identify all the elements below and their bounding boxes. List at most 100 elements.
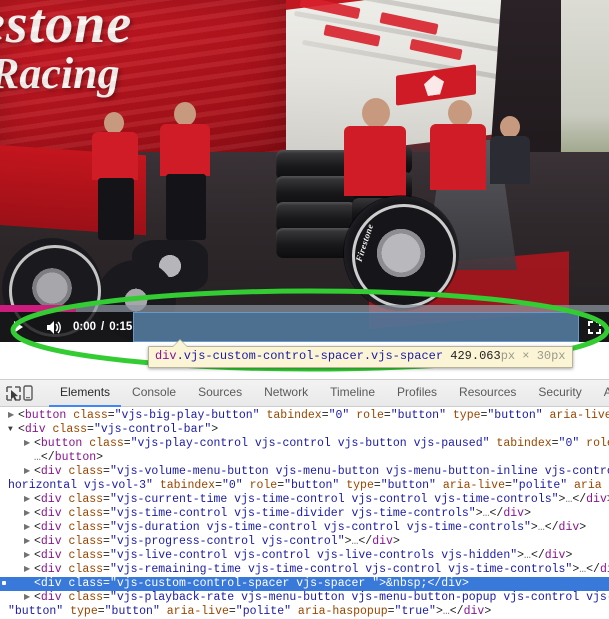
devtools-tab-security[interactable]: Security xyxy=(527,380,592,407)
dom-token-punc: > xyxy=(579,521,586,534)
inspect-element-icon[interactable] xyxy=(6,382,21,404)
dom-token-punc xyxy=(62,521,69,534)
dom-node[interactable]: horizontal vjs-vol-3" tabindex="0" role=… xyxy=(0,479,609,493)
device-toolbar-icon-glyph xyxy=(21,385,35,401)
tooltip-width-unit: px xyxy=(501,349,515,363)
dom-node[interactable]: ▶<div class="vjs-volume-menu-button vjs-… xyxy=(0,465,609,479)
dom-token-punc: > xyxy=(345,535,352,548)
dom-token-punc: > xyxy=(476,507,483,520)
dom-token-val: "polite" xyxy=(236,605,291,618)
dom-token-tag: div xyxy=(41,521,62,534)
dom-token-attr: role xyxy=(250,479,278,492)
chevron-right-icon[interactable]: ▶ xyxy=(24,551,33,560)
crew-member-head xyxy=(174,102,196,126)
dom-node[interactable]: ▶<div class="vjs-live-control vjs-contro… xyxy=(0,549,609,563)
dom-token-val: "button" xyxy=(487,409,542,422)
dom-token-attr: class xyxy=(69,465,104,478)
dom-node[interactable]: ▼<div class="vjs-control-bar"> xyxy=(0,423,609,437)
dom-token-tag: div xyxy=(503,507,524,520)
dom-token-punc: </ xyxy=(427,577,441,590)
dom-token-tag: div xyxy=(559,521,580,534)
chevron-down-icon[interactable]: ▼ xyxy=(8,425,17,434)
dom-token-attr: class xyxy=(69,577,104,590)
dom-node[interactable]: ▶<div class="vjs-duration vjs-time-contr… xyxy=(0,521,609,535)
dom-token-attr: aria-haspopup xyxy=(298,605,388,618)
dom-token-val: "vjs-remaining-time vjs-time-control vjs… xyxy=(110,563,572,576)
dom-token-punc: = xyxy=(229,605,236,618)
dom-node[interactable]: ▶<div class="vjs-current-time vjs-time-c… xyxy=(0,493,609,507)
vjs-fullscreen-control[interactable] xyxy=(579,312,609,342)
dom-token-val: "0" xyxy=(559,437,580,450)
chevron-right-icon[interactable]: ▶ xyxy=(24,593,33,602)
dom-tree[interactable]: ▶<button class="vjs-big-play-button" tab… xyxy=(0,407,609,619)
devtools-tab-sources[interactable]: Sources xyxy=(187,380,253,407)
dom-token-attr: role xyxy=(586,437,609,450)
chevron-right-icon[interactable]: ▶ xyxy=(24,467,33,476)
vjs-custom-control-spacer[interactable] xyxy=(133,312,579,342)
dom-node[interactable]: ▶<div class="vjs-progress-control vjs-co… xyxy=(0,535,609,549)
dom-token-punc: = xyxy=(505,479,512,492)
devtools-tab-elements[interactable]: Elements xyxy=(49,380,121,407)
dom-token-punc xyxy=(567,479,574,492)
crew-member-head xyxy=(500,116,520,138)
dom-token-ent: &nbsp; xyxy=(386,577,427,590)
vjs-control-bar[interactable]: 0:00 / 0:15 xyxy=(0,312,609,342)
screenshot-root: estone Racing xyxy=(0,0,609,619)
chevron-right-icon[interactable]: ▶ xyxy=(8,411,17,420)
crew-member-body xyxy=(92,132,138,180)
dom-node[interactable]: ▶<button class="vjs-big-play-button" tab… xyxy=(0,409,609,423)
chevron-right-icon[interactable]: ▶ xyxy=(24,565,33,574)
dom-token-punc: = xyxy=(103,535,110,548)
dom-token-punc: > xyxy=(462,577,469,590)
dom-token-attr: aria-live xyxy=(550,409,609,422)
dom-node[interactable]: ▶<button class="vjs-play-control vjs-con… xyxy=(0,437,609,451)
dom-token-punc: > xyxy=(436,605,443,618)
dom-node[interactable]: ▶<div class="vjs-time-control vjs-time-d… xyxy=(0,507,609,521)
devtools-tab-profiles[interactable]: Profiles xyxy=(386,380,448,407)
devtools-tab-console[interactable]: Console xyxy=(121,380,187,407)
devtools-tab-network[interactable]: Network xyxy=(253,380,319,407)
dom-node[interactable]: "button" type="button" aria-live="polite… xyxy=(0,605,609,619)
crew-member-legs xyxy=(98,178,134,240)
video-player[interactable]: estone Racing xyxy=(0,0,609,342)
chevron-right-icon[interactable]: ▶ xyxy=(24,523,33,532)
dom-token-punc: > xyxy=(531,521,538,534)
dom-token-ellip: … xyxy=(538,521,545,534)
dom-node[interactable]: ▶<div class="vjs-remaining-time vjs-time… xyxy=(0,563,609,577)
dom-token-ellip: … xyxy=(443,605,450,618)
devtools-tab-timeline[interactable]: Timeline xyxy=(319,380,386,407)
dom-token-punc xyxy=(543,409,550,422)
crew-member-body xyxy=(344,126,406,196)
dom-token-val: horizontal vjs-vol-3" xyxy=(8,479,153,492)
chevron-right-icon[interactable]: ▶ xyxy=(24,537,33,546)
dom-token-punc: > xyxy=(517,549,524,562)
chevron-right-icon[interactable]: ▶ xyxy=(24,509,33,518)
dom-node[interactable]: …</button> xyxy=(0,451,609,465)
chevron-right-icon[interactable]: ▶ xyxy=(24,495,33,504)
dom-token-tag: di xyxy=(600,563,609,576)
dom-token-punc xyxy=(260,409,267,422)
dom-token-punc xyxy=(243,479,250,492)
devtools-tab-resources[interactable]: Resources xyxy=(448,380,527,407)
dom-node-selected[interactable]: <div class="vjs-custom-control-spacer vj… xyxy=(0,577,609,591)
devtools-tab-au[interactable]: Au xyxy=(593,380,609,407)
dom-token-punc: > xyxy=(96,451,103,464)
chevron-right-icon[interactable]: ▶ xyxy=(24,439,33,448)
device-toolbar-icon[interactable] xyxy=(21,382,35,404)
vjs-play-control[interactable] xyxy=(0,312,36,342)
dom-token-punc: </ xyxy=(450,605,464,618)
dom-token-val: "button" xyxy=(391,409,446,422)
vjs-progress-control[interactable] xyxy=(0,305,609,312)
vjs-current-time: 0:00 xyxy=(72,312,97,342)
volume-high-icon xyxy=(46,320,62,335)
dom-token-punc: = xyxy=(374,479,381,492)
dom-token-punc xyxy=(153,479,160,492)
vjs-volume-menu-button[interactable] xyxy=(36,312,72,342)
dom-token-tag: div xyxy=(41,465,62,478)
dom-token-punc: < xyxy=(34,521,41,534)
dom-node[interactable]: ▶<div class="vjs-playback-rate vjs-menu-… xyxy=(0,591,609,605)
dom-token-punc: </ xyxy=(572,493,586,506)
dom-token-punc: > xyxy=(211,423,218,436)
tooltip-height-unit: px xyxy=(551,349,565,363)
dom-token-tag: div xyxy=(41,507,62,520)
